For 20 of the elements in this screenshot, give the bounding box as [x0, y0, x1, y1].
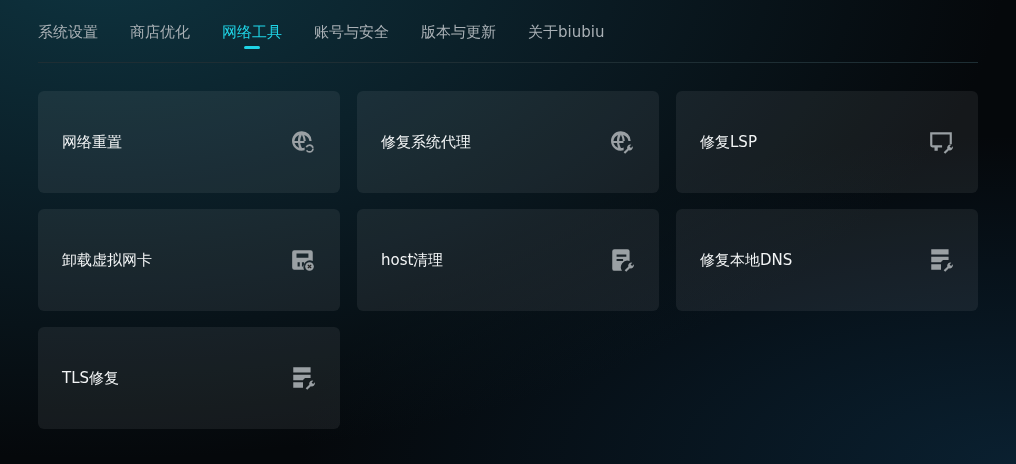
tab[interactable]: 商店优化	[130, 16, 190, 48]
tab[interactable]: 网络工具	[222, 16, 282, 48]
tool-card[interactable]: 网络重置	[38, 91, 340, 193]
globe-wrench-icon	[609, 129, 635, 155]
tab[interactable]: 账号与安全	[314, 16, 389, 48]
tab[interactable]: 版本与更新	[421, 16, 496, 48]
tool-card[interactable]: TLS修复	[38, 327, 340, 429]
server-wrench-icon	[290, 365, 316, 391]
monitor-wrench-icon	[928, 129, 954, 155]
tool-card[interactable]: 修复系统代理	[357, 91, 659, 193]
tool-card[interactable]: 修复LSP	[676, 91, 978, 193]
tool-card[interactable]: host清理	[357, 209, 659, 311]
globe-refresh-icon	[290, 129, 316, 155]
card-remove-icon	[290, 247, 316, 273]
tool-card[interactable]: 卸载虚拟网卡	[38, 209, 340, 311]
server-wrench-icon	[928, 247, 954, 273]
tab[interactable]: 关于biubiu	[528, 16, 605, 48]
tool-card[interactable]: 修复本地DNS	[676, 209, 978, 311]
document-wrench-icon	[609, 247, 635, 273]
tab[interactable]: 系统设置	[38, 16, 98, 48]
